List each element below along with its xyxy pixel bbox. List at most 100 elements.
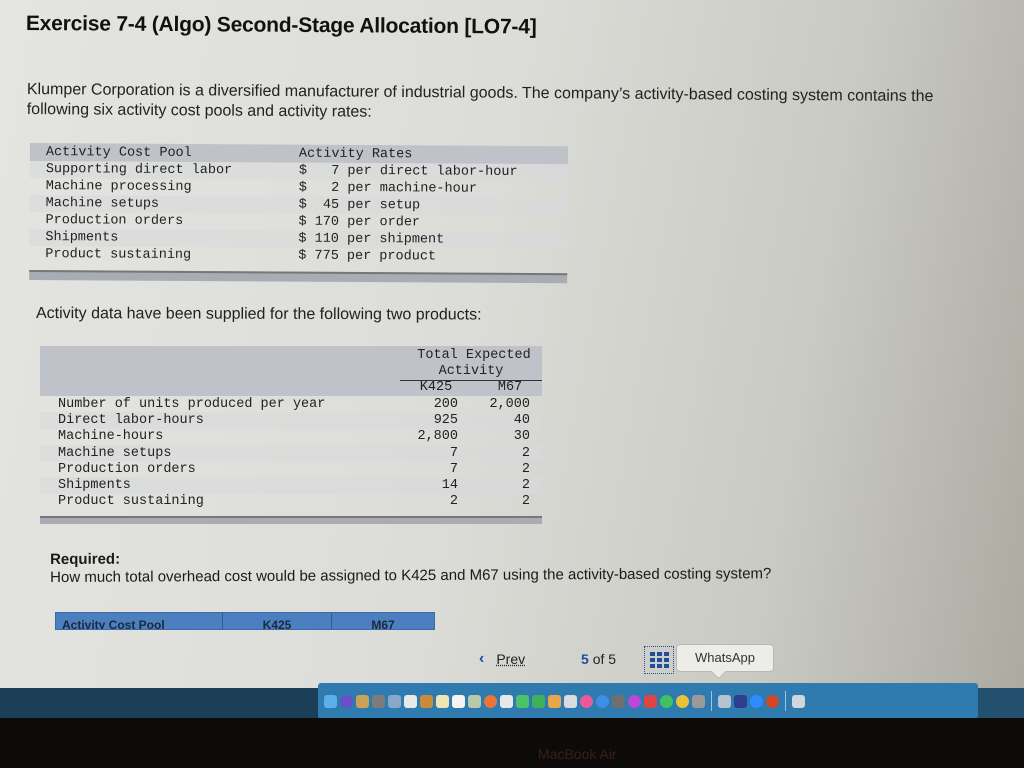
table-row: Product sustaining 2 2 bbox=[40, 494, 542, 510]
table-body: Supporting direct labor $ 7 per direct la… bbox=[29, 160, 568, 266]
document-icon[interactable] bbox=[452, 694, 465, 708]
keynote-icon[interactable] bbox=[564, 694, 577, 708]
photo-booth-icon[interactable] bbox=[644, 694, 657, 708]
launchpad-icon[interactable] bbox=[356, 694, 369, 708]
header-product-k425: K425 bbox=[419, 380, 453, 395]
app-store-icon[interactable] bbox=[596, 694, 609, 708]
itunes-icon[interactable] bbox=[580, 694, 593, 708]
m67-value: 2,000 bbox=[489, 396, 530, 412]
exercise-page: Exercise 7-4 (Algo) Second-Stage Allocat… bbox=[0, 0, 1024, 695]
pool-name: Machine processing bbox=[45, 179, 192, 195]
row-label: Production orders bbox=[58, 461, 196, 477]
game-icon[interactable] bbox=[734, 694, 747, 708]
facetime-icon[interactable] bbox=[516, 694, 529, 708]
chevron-left-icon: ‹ bbox=[479, 650, 485, 667]
activity-data-intro: Activity data have been supplied for the… bbox=[35, 305, 482, 324]
prev-label: Prev bbox=[496, 651, 526, 667]
photos-viewer-icon[interactable] bbox=[468, 694, 481, 708]
rate-value: $ 2 per machine-hour bbox=[298, 180, 478, 197]
numbers-icon[interactable] bbox=[532, 694, 545, 708]
rate-value: $ 775 per product bbox=[298, 248, 437, 265]
utility-icon[interactable] bbox=[692, 694, 705, 708]
activity-rates-table: Activity Cost Pool Activity Rates Suppor… bbox=[29, 143, 568, 284]
powerpoint-icon[interactable] bbox=[766, 694, 779, 708]
pool-name: Shipments bbox=[45, 230, 119, 246]
messages-dots-icon[interactable] bbox=[500, 694, 513, 708]
k425-value: 200 bbox=[433, 396, 458, 412]
m67-value: 40 bbox=[513, 412, 530, 428]
pool-name: Machine setups bbox=[45, 196, 160, 212]
k425-value: 14 bbox=[441, 478, 458, 494]
exercise-title: Exercise 7-4 (Algo) Second-Stage Allocat… bbox=[25, 12, 537, 39]
table-row: Shipments 14 2 bbox=[40, 477, 542, 494]
table-row: Machine-hours 2,800 30 bbox=[40, 429, 542, 445]
row-label: Direct labor-hours bbox=[58, 412, 204, 428]
pool-name: Supporting direct labor bbox=[45, 162, 233, 179]
table-footer-bar bbox=[40, 516, 542, 525]
activity-data-table: Total Expected Activity K425 M67 Number … bbox=[40, 346, 542, 525]
rate-value: $ 7 per direct labor-hour bbox=[298, 163, 518, 180]
pool-name: Product sustaining bbox=[45, 247, 192, 263]
page-current: 5 bbox=[581, 651, 589, 667]
question-grid-button[interactable] bbox=[644, 646, 674, 674]
header-activity-rates: Activity Rates bbox=[298, 146, 413, 162]
m67-value: 2 bbox=[521, 494, 530, 510]
calendar-icon[interactable] bbox=[404, 694, 417, 708]
pool-name: Production orders bbox=[45, 213, 184, 229]
table-row: Product sustaining $ 775 per product bbox=[29, 246, 567, 266]
row-label: Shipments bbox=[58, 478, 131, 494]
k425-value: 925 bbox=[433, 412, 458, 428]
photos-icon[interactable] bbox=[484, 694, 497, 708]
table-body: Number of units produced per year 200 2,00… bbox=[40, 396, 542, 510]
exercise-intro: Klumper Corporation is a diversified man… bbox=[27, 80, 1024, 128]
answer-header-activity-cost-pool: Activity Cost Pool bbox=[56, 613, 223, 629]
k425-value: 2 bbox=[449, 494, 458, 510]
mail-icon[interactable] bbox=[718, 694, 731, 708]
prev-button[interactable]: ‹ Prev bbox=[479, 650, 525, 668]
answer-table-header: Activity Cost Pool K425 M67 bbox=[55, 612, 435, 630]
required-label: Required: bbox=[50, 550, 121, 568]
pages-icon[interactable] bbox=[548, 694, 561, 708]
rocket-icon[interactable] bbox=[372, 694, 385, 708]
k425-value: 7 bbox=[449, 445, 458, 461]
header-product-m67: M67 bbox=[497, 380, 523, 395]
finder-icon[interactable] bbox=[324, 694, 337, 708]
dock-separator bbox=[711, 691, 712, 711]
k425-value: 2,800 bbox=[417, 429, 458, 445]
trash-icon[interactable] bbox=[792, 694, 805, 708]
row-label: Machine setups bbox=[58, 445, 172, 461]
k425-value: 7 bbox=[449, 461, 458, 477]
macos-dock bbox=[318, 683, 978, 719]
header-activity-cost-pool: Activity Cost Pool bbox=[45, 144, 192, 161]
notes-app-icon[interactable] bbox=[420, 694, 433, 708]
answer-header-k425: K425 bbox=[223, 613, 332, 629]
row-label: Machine-hours bbox=[58, 429, 164, 445]
m67-value: 2 bbox=[521, 461, 530, 477]
m67-value: 2 bbox=[521, 445, 530, 461]
header-total-expected-activity: Total Expected Activity bbox=[400, 348, 542, 381]
rate-value: $ 110 per shipment bbox=[298, 231, 445, 248]
table-row: Number of units produced per year 200 2,00… bbox=[40, 396, 542, 412]
zoom-icon[interactable] bbox=[750, 694, 763, 708]
podcast-icon[interactable] bbox=[628, 694, 641, 708]
chrome-icon[interactable] bbox=[676, 694, 689, 708]
required-question: How much total overhead cost would be as… bbox=[50, 565, 772, 586]
table-row: Machine setups 7 2 bbox=[40, 444, 542, 462]
required-section: Required: How much total overhead cost w… bbox=[50, 547, 771, 587]
table-footer-bar bbox=[29, 269, 568, 284]
page-total: 5 bbox=[608, 651, 617, 667]
table-header: Total Expected Activity K425 M67 bbox=[40, 346, 542, 396]
rate-value: $ 45 per setup bbox=[298, 197, 421, 214]
page-of: of bbox=[592, 651, 605, 667]
siri-icon[interactable] bbox=[340, 694, 353, 708]
stickies-icon[interactable] bbox=[436, 694, 449, 708]
header-line-1: Total Expected bbox=[417, 348, 531, 363]
whatsapp-icon[interactable] bbox=[660, 694, 673, 708]
system-preferences-icon[interactable] bbox=[612, 694, 625, 708]
row-label: Product sustaining bbox=[58, 494, 204, 510]
page-indicator: 5 of 5 bbox=[581, 651, 616, 667]
m67-value: 2 bbox=[521, 478, 530, 494]
row-label: Number of units produced per year bbox=[58, 396, 326, 412]
grid-icon bbox=[649, 652, 655, 656]
preview-icon[interactable] bbox=[388, 694, 401, 708]
